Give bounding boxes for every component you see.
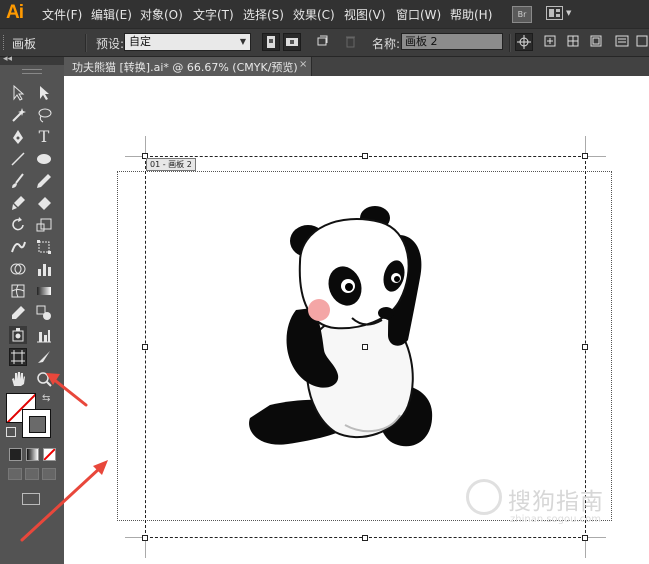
arrow-to-artboard-tool	[50, 376, 88, 407]
arrow-to-canvas	[20, 466, 102, 542]
annotation-arrows	[20, 373, 108, 542]
